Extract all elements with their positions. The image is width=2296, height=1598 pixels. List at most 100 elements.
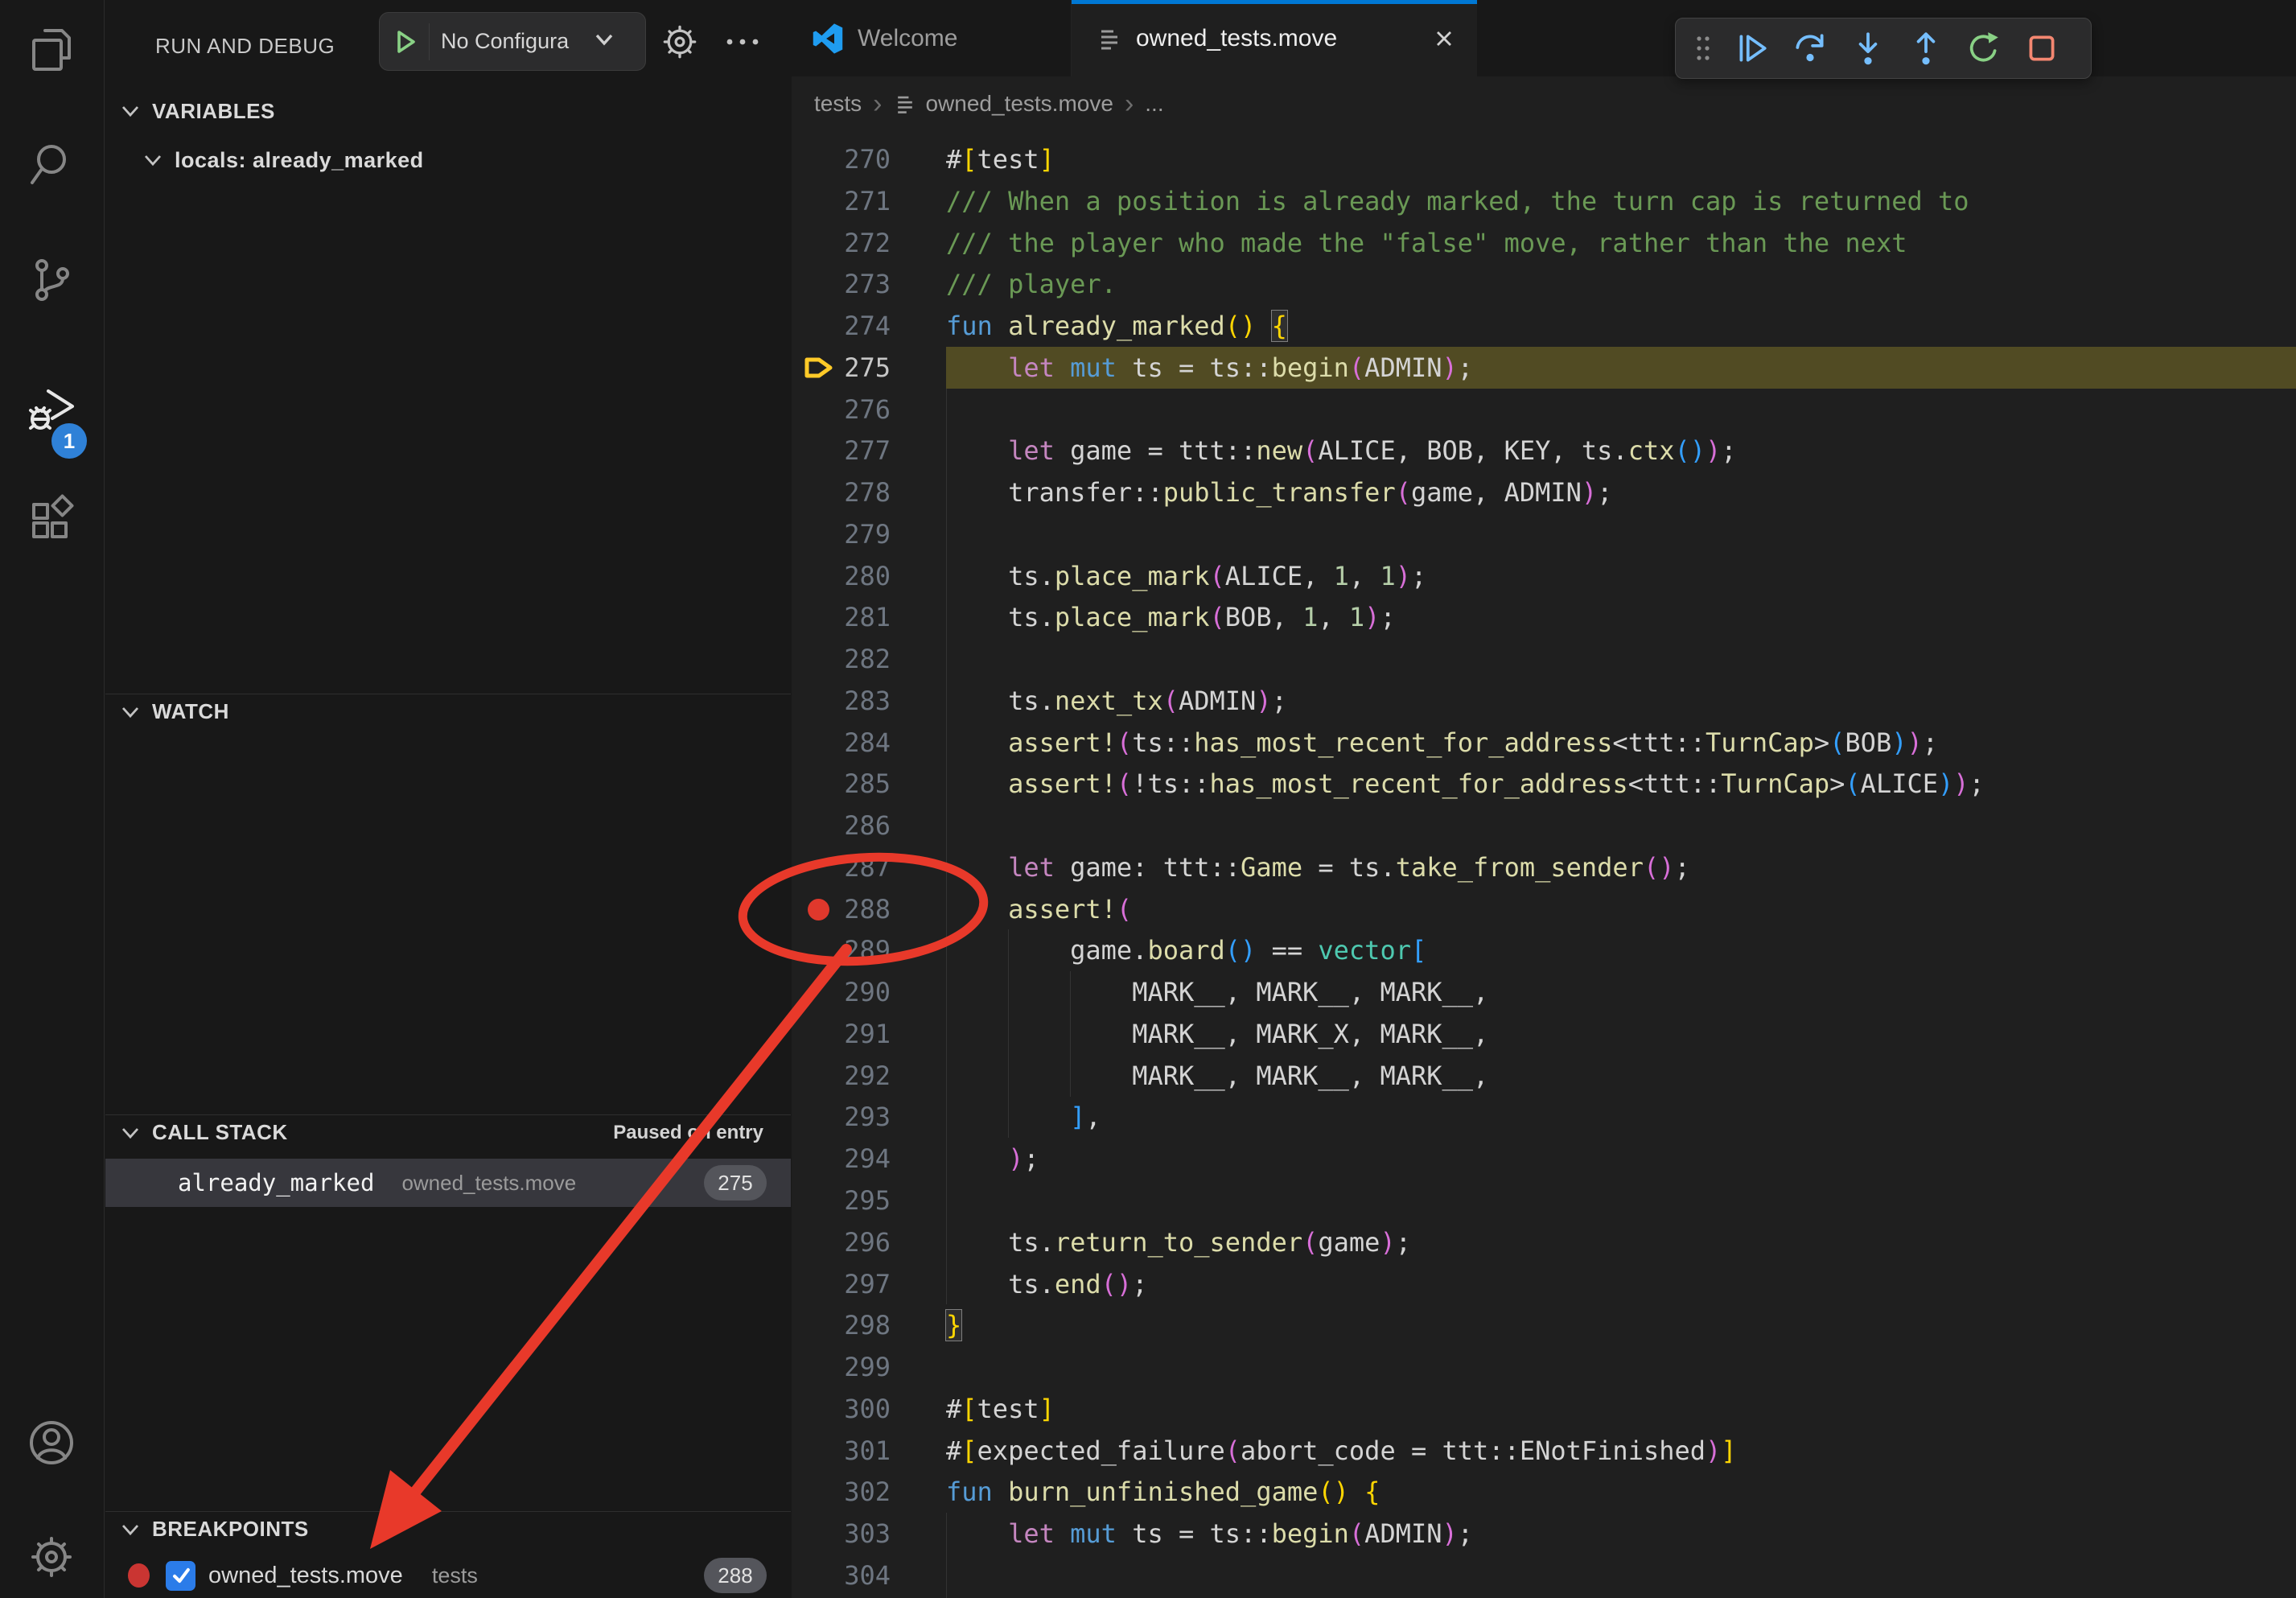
continue-button[interactable] <box>1727 25 1777 72</box>
line-number[interactable]: 302 <box>792 1471 891 1513</box>
vscode-window: 1 <box>0 0 2296 1598</box>
breadcrumb-dir[interactable]: tests <box>814 91 862 117</box>
code-text[interactable]: let mut ts = ts::begin(ADMIN); <box>946 347 1473 389</box>
code-line-281: 281 ts.place_mark(BOB, 1, 1); <box>792 596 2296 638</box>
code-text[interactable]: ts.end(); <box>946 1263 1147 1305</box>
section-header-watch[interactable]: WATCH <box>105 694 791 729</box>
line-number[interactable]: 285 <box>792 763 891 805</box>
code-text[interactable]: ts.return_to_sender(game); <box>946 1221 1411 1263</box>
line-number[interactable]: 297 <box>792 1263 891 1305</box>
step-into-button[interactable] <box>1843 25 1893 72</box>
code-line-289: 289 game.board() == vector[ <box>792 929 2296 971</box>
section-header-variables[interactable]: VARIABLES <box>105 93 791 129</box>
line-number[interactable]: 293 <box>792 1096 891 1138</box>
line-number[interactable]: 276 <box>792 389 891 430</box>
close-icon[interactable] <box>1432 27 1456 51</box>
code-text[interactable]: #[expected_failure(abort_code = ttt::ENo… <box>946 1430 1737 1472</box>
line-number[interactable]: 289 <box>792 929 891 971</box>
line-number[interactable]: 280 <box>792 555 891 597</box>
frame-file-name: owned_tests.move <box>401 1171 576 1196</box>
breakpoint-enabled-checkbox[interactable] <box>166 1561 195 1591</box>
call-stack-frame-row[interactable]: already_marked owned_tests.move 275 <box>105 1159 791 1207</box>
code-text[interactable]: assert!( <box>946 888 1132 930</box>
line-number[interactable]: 298 <box>792 1304 891 1346</box>
code-text[interactable]: assert!(ts::has_most_recent_for_address<… <box>946 722 1938 764</box>
drag-handle-icon[interactable] <box>1687 25 1719 72</box>
code-text[interactable]: ts.place_mark(ALICE, 1, 1); <box>946 555 1426 597</box>
line-number[interactable]: 271 <box>792 180 891 222</box>
restart-button[interactable] <box>1959 25 2009 72</box>
line-number[interactable]: 270 <box>792 138 891 180</box>
step-out-button[interactable] <box>1901 25 1951 72</box>
views-and-more-actions-button[interactable] <box>722 21 763 63</box>
line-number[interactable]: 300 <box>792 1388 891 1430</box>
code-text[interactable]: ts.place_mark(BOB, 1, 1); <box>946 596 1396 638</box>
account-button[interactable] <box>26 1417 77 1468</box>
breadcrumb-file[interactable]: owned_tests.move <box>925 91 1113 117</box>
code-text[interactable]: transfer::public_transfer(game, ADMIN); <box>946 472 1612 513</box>
sidebar-item-extensions[interactable] <box>26 493 77 545</box>
line-number[interactable]: 272 <box>792 222 891 264</box>
code-text[interactable]: #[test] <box>946 1388 1055 1430</box>
breakpoint-list-item[interactable]: owned_tests.move tests 288 <box>105 1553 791 1598</box>
line-number[interactable]: 274 <box>792 305 891 347</box>
line-number[interactable]: 286 <box>792 805 891 846</box>
line-number[interactable]: 288 <box>792 888 891 930</box>
code-text[interactable]: } <box>946 1304 961 1346</box>
code-text[interactable]: let game = ttt::new(ALICE, BOB, KEY, ts.… <box>946 430 1737 472</box>
variables-scope-row[interactable]: locals: already_marked <box>105 142 791 179</box>
code-line-295: 295 <box>792 1180 2296 1221</box>
line-number[interactable]: 291 <box>792 1013 891 1055</box>
code-text[interactable]: ], <box>946 1096 1101 1138</box>
code-area[interactable]: 270 #[test] 271 /// When a position is alre… <box>792 131 2296 1598</box>
tab-owned-tests-move[interactable]: owned_tests.move <box>1072 0 1477 76</box>
code-text[interactable]: let game: ttt::Game = ts.take_from_sende… <box>946 846 1690 888</box>
stop-button[interactable] <box>2017 25 2067 72</box>
line-number[interactable]: 304 <box>792 1555 891 1596</box>
code-text[interactable]: MARK__, MARK_X, MARK__, <box>946 1013 1488 1055</box>
sidebar-item-search[interactable] <box>26 139 77 191</box>
line-number[interactable]: 278 <box>792 472 891 513</box>
line-number[interactable]: 301 <box>792 1430 891 1472</box>
code-text[interactable]: #[test] <box>946 138 1055 180</box>
line-number[interactable]: 275 <box>792 347 891 389</box>
code-text[interactable]: let mut ts = ts::begin(ADMIN); <box>946 1513 1473 1555</box>
line-number[interactable]: 277 <box>792 430 891 472</box>
sidebar-item-explorer[interactable] <box>26 24 77 76</box>
line-number[interactable]: 295 <box>792 1180 891 1221</box>
sidebar-item-source-control[interactable] <box>26 254 77 306</box>
code-text[interactable]: ); <box>946 1138 1039 1180</box>
line-number[interactable]: 299 <box>792 1346 891 1388</box>
line-number[interactable]: 294 <box>792 1138 891 1180</box>
code-text[interactable]: ts.next_tx(ADMIN); <box>946 680 1287 722</box>
code-text[interactable]: /// When a position is already marked, t… <box>946 180 1969 222</box>
step-over-button[interactable] <box>1785 25 1835 72</box>
line-number[interactable]: 273 <box>792 263 891 305</box>
line-number[interactable]: 281 <box>792 596 891 638</box>
line-number[interactable]: 292 <box>792 1055 891 1097</box>
line-number[interactable]: 282 <box>792 638 891 680</box>
code-text[interactable]: /// the player who made the "false" move… <box>946 222 1907 264</box>
tab-welcome[interactable]: Welcome <box>792 0 1072 76</box>
line-number[interactable]: 287 <box>792 846 891 888</box>
line-number[interactable]: 290 <box>792 971 891 1013</box>
code-text[interactable]: fun already_marked() { <box>946 305 1287 347</box>
line-number[interactable]: 284 <box>792 722 891 764</box>
line-number[interactable]: 303 <box>792 1513 891 1555</box>
line-number[interactable]: 296 <box>792 1221 891 1263</box>
breadcrumb-symbol-more[interactable]: ... <box>1145 91 1163 117</box>
debug-configuration-dropdown[interactable]: No Configura <box>379 12 646 71</box>
manage-button[interactable] <box>26 1531 77 1583</box>
code-text[interactable]: MARK__, MARK__, MARK__, <box>946 971 1488 1013</box>
code-text[interactable]: /// player. <box>946 263 1117 305</box>
code-text[interactable]: fun burn_unfinished_game() { <box>946 1471 1380 1513</box>
code-text[interactable]: assert!(!ts::has_most_recent_for_address… <box>946 763 1985 805</box>
section-header-call-stack[interactable]: CALL STACK Paused on entry <box>105 1114 791 1150</box>
line-number[interactable]: 279 <box>792 513 891 555</box>
code-text[interactable]: game.board() == vector[ <box>946 929 1426 971</box>
section-header-breakpoints[interactable]: BREAKPOINTS <box>105 1511 791 1547</box>
debug-settings-button[interactable] <box>659 21 701 63</box>
line-number[interactable]: 283 <box>792 680 891 722</box>
code-text[interactable]: MARK__, MARK__, MARK__, <box>946 1055 1488 1097</box>
start-debugging-play-icon[interactable] <box>380 23 430 60</box>
